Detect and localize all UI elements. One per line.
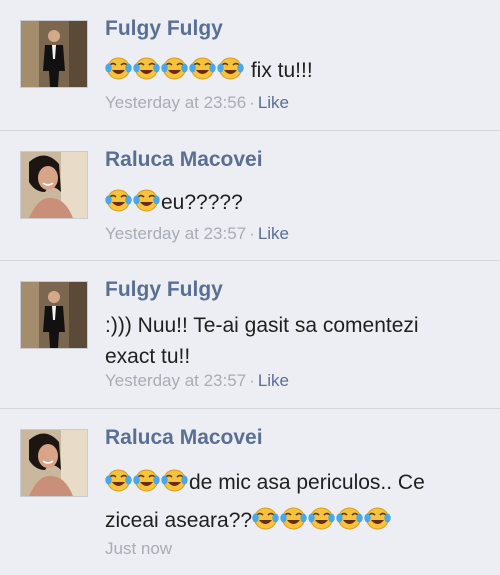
comment-item: Raluca Macovei eu????? Yesterday at 23:5…	[0, 131, 500, 261]
separator-dot: ·	[249, 371, 255, 390]
tears-of-joy-emoji-icon	[280, 506, 307, 531]
like-link[interactable]: Like	[258, 371, 289, 390]
comment-text-line: de mic asa periculos.. Ce	[105, 464, 485, 502]
comment-text: fix tu!!!	[105, 55, 485, 86]
tears-of-joy-emoji-icon	[189, 56, 216, 81]
man-in-suit-photo-icon	[21, 282, 87, 348]
author-name[interactable]: Raluca Macovei	[105, 426, 263, 450]
tears-of-joy-emoji-icon	[161, 56, 188, 81]
tears-of-joy-emoji-icon	[161, 468, 188, 493]
like-link[interactable]: Like	[258, 224, 289, 243]
avatar[interactable]	[20, 151, 88, 219]
tears-of-joy-emoji-icon	[252, 506, 279, 531]
comment-text: de mic asa periculos.. Ce ziceai aseara?…	[105, 464, 485, 540]
man-in-suit-photo-icon	[21, 21, 87, 87]
author-name[interactable]: Fulgy Fulgy	[105, 17, 223, 41]
comment-text-body: fix tu!!!	[245, 59, 313, 82]
tears-of-joy-emoji-icon	[105, 468, 132, 493]
timestamp[interactable]: Yesterday at 23:57	[105, 371, 246, 390]
like-link[interactable]: Like	[258, 93, 289, 112]
comment-meta: Yesterday at 23:56 · Like	[105, 93, 289, 113]
tears-of-joy-emoji-icon	[133, 188, 160, 213]
comment-text: :))) Nuu!! Te-ai gasit sa comentezi exac…	[105, 310, 485, 372]
tears-of-joy-emoji-icon	[217, 56, 244, 81]
author-name[interactable]: Fulgy Fulgy	[105, 278, 223, 302]
author-name[interactable]: Raluca Macovei	[105, 148, 263, 172]
comment-meta: Yesterday at 23:57 · Like	[105, 371, 289, 391]
avatar[interactable]	[20, 281, 88, 349]
comment-item: Fulgy Fulgy fix tu!!! Yesterday at 23:56…	[0, 0, 500, 131]
comment-text-body: ziceai aseara??	[105, 509, 253, 532]
timestamp[interactable]: Just now	[105, 539, 172, 558]
avatar[interactable]	[20, 20, 88, 88]
tears-of-joy-emoji-icon	[105, 188, 132, 213]
comment-meta: Yesterday at 23:57 · Like	[105, 224, 289, 244]
tears-of-joy-emoji-icon	[364, 506, 391, 531]
comment-text-body: de mic asa periculos.. Ce	[189, 471, 425, 494]
comment-text-line: ziceai aseara??	[105, 502, 485, 540]
comment-text-body: eu?????	[161, 191, 243, 214]
woman-portrait-photo-icon	[21, 430, 87, 496]
tears-of-joy-emoji-icon	[105, 56, 132, 81]
tears-of-joy-emoji-icon	[133, 468, 160, 493]
tears-of-joy-emoji-icon	[308, 506, 335, 531]
timestamp[interactable]: Yesterday at 23:56	[105, 93, 246, 112]
comment-meta: Just now	[105, 539, 172, 559]
tears-of-joy-emoji-icon	[336, 506, 363, 531]
tears-of-joy-emoji-icon	[133, 56, 160, 81]
comment-text-line: exact tu!!	[105, 345, 191, 368]
timestamp[interactable]: Yesterday at 23:57	[105, 224, 246, 243]
woman-portrait-photo-icon	[21, 152, 87, 218]
comment-text: eu?????	[105, 187, 485, 218]
comment-item: Raluca Macovei de mic asa periculos.. Ce…	[0, 409, 500, 575]
avatar[interactable]	[20, 429, 88, 497]
separator-dot: ·	[249, 224, 255, 243]
comment-item: Fulgy Fulgy :))) Nuu!! Te-ai gasit sa co…	[0, 261, 500, 409]
comment-text-line: :))) Nuu!! Te-ai gasit sa comentezi	[105, 314, 419, 337]
separator-dot: ·	[249, 93, 255, 112]
